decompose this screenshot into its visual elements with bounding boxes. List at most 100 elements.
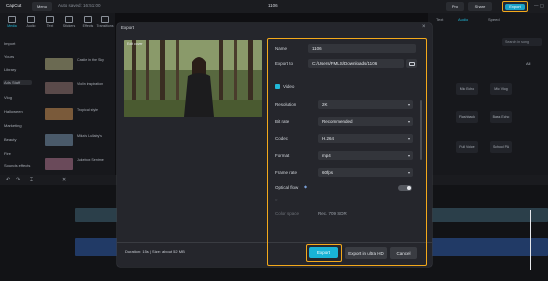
cancel-button[interactable]: Cancel xyxy=(390,247,417,259)
effect-flashback[interactable]: Flashback xyxy=(456,111,478,123)
sidebar-item-library[interactable]: Library xyxy=(4,67,34,72)
playhead[interactable] xyxy=(530,210,531,270)
media-thumbnail xyxy=(45,82,73,94)
effect-mic-echo[interactable]: Mic Echo xyxy=(456,83,478,95)
tab-audio-right[interactable]: Audio xyxy=(458,17,468,22)
sidebar-item-fire[interactable]: Fire xyxy=(4,151,34,156)
video-clip[interactable] xyxy=(75,208,123,222)
video-checkbox[interactable] xyxy=(275,84,280,89)
format-select[interactable]: mp4 ▾ xyxy=(318,151,413,160)
codec-value: H.264 xyxy=(322,136,335,141)
tab-media[interactable]: Media xyxy=(3,15,21,29)
color-space-value: Rec. 709 SDR xyxy=(318,211,347,216)
search-input[interactable]: Search in song xyxy=(502,38,542,46)
top-export-button[interactable]: Export xyxy=(505,3,525,10)
effect-bass-echo[interactable]: Bass Echo xyxy=(490,111,512,123)
duration-size-text: Duration: 15s | Size: about 52 MB xyxy=(125,249,185,254)
folder-icon[interactable] xyxy=(406,59,417,68)
export-path-input[interactable]: C:/Users/FMLS/Downloads/1106 xyxy=(308,59,404,68)
effect-mic-vlog[interactable]: Mic Vlog xyxy=(490,83,512,95)
list-item[interactable]: Mika's Lullaby's xyxy=(45,134,113,146)
media-title: Violin inspiration xyxy=(77,82,104,86)
forest-woman-image xyxy=(124,40,262,117)
share-button[interactable]: Share xyxy=(468,2,492,11)
menu-button[interactable]: Menu xyxy=(32,2,52,11)
app-name: CapCut xyxy=(6,3,22,8)
sidebar-item-import[interactable]: Import xyxy=(4,41,34,46)
list-item[interactable]: Tropical style xyxy=(45,108,113,120)
pro-button[interactable]: Pro xyxy=(446,2,464,11)
stickers-icon xyxy=(65,16,73,23)
bitrate-value: Recommended xyxy=(322,119,353,124)
list-item[interactable]: Jukebox Sentme xyxy=(45,158,113,170)
media-title: Mika's Lullaby's xyxy=(77,134,102,138)
codec-label: Codec xyxy=(275,136,289,141)
sidebar-item-yours[interactable]: Yours xyxy=(4,54,34,59)
chevron-down-icon: ▾ xyxy=(407,102,410,107)
redo-icon[interactable]: ↷ xyxy=(16,177,20,183)
cover-preview[interactable]: Edit cover xyxy=(124,40,262,117)
chevron-down-icon: ▾ xyxy=(407,119,410,124)
tab-stickers[interactable]: Stickers xyxy=(60,15,78,29)
sidebar-item-ads-staff[interactable]: Ads Staff xyxy=(3,80,32,85)
resolution-label: Resolution xyxy=(275,102,297,107)
effect-full-voice[interactable]: Full Voice xyxy=(456,141,478,153)
dialog-title: Export xyxy=(121,25,135,30)
delete-icon[interactable]: ✕ xyxy=(62,177,66,183)
media-title: Jukebox Sentme xyxy=(77,158,104,162)
left-panel: Media Audio Text Stickers Effects Transi… xyxy=(0,13,115,175)
format-label: Format xyxy=(275,153,290,158)
color-space-label: Color space xyxy=(275,211,300,216)
tab-text-right[interactable]: Text xyxy=(436,17,443,22)
sidebar-item-sounds-effects[interactable]: Sounds effects xyxy=(4,163,34,168)
media-thumbnail xyxy=(45,108,73,120)
export-button[interactable]: Export xyxy=(309,247,338,258)
split-icon[interactable]: ⌶ xyxy=(30,177,33,183)
project-title: 1106 xyxy=(268,3,278,8)
sidebar-item-beauty[interactable]: Beauty xyxy=(4,137,34,142)
pro-badge-icon: ◆ xyxy=(304,184,308,189)
media-thumbnail xyxy=(45,58,73,70)
close-icon[interactable]: × xyxy=(422,24,426,30)
window-controls-icon[interactable]: — ▢ xyxy=(534,3,544,9)
sidebar-item-marketing[interactable]: Marketing xyxy=(4,123,34,128)
export-button-highlight: Export xyxy=(306,244,342,262)
tab-audio[interactable]: Audio xyxy=(22,15,40,29)
name-input[interactable]: 1106 xyxy=(308,44,416,53)
chevron-down-icon: ▾ xyxy=(407,153,410,158)
top-export-button-highlight: Export xyxy=(502,1,528,12)
undo-icon[interactable]: ↶ xyxy=(6,177,10,183)
list-item[interactable]: Violin inspiration xyxy=(45,82,113,94)
audio-icon xyxy=(27,16,35,23)
tab-text[interactable]: Text xyxy=(41,15,59,29)
video-section-label[interactable]: Video xyxy=(283,84,294,89)
bitrate-select[interactable]: Recommended ▾ xyxy=(318,117,413,126)
export-ultra-hd-button[interactable]: Export in ultra HD xyxy=(345,247,387,259)
autosave-status: Auto saved: 16:51:00 xyxy=(58,3,101,8)
resolution-select[interactable]: 2K ▾ xyxy=(318,100,413,109)
sidebar-item-vlog[interactable]: Vlog xyxy=(4,95,34,100)
tab-effects[interactable]: Effects xyxy=(79,15,97,29)
sidebar-item-halloween[interactable]: Halloween xyxy=(4,109,34,114)
list-item[interactable]: Castle in the Sky xyxy=(45,58,113,70)
text-icon xyxy=(46,16,54,23)
edit-cover-label[interactable]: Edit cover xyxy=(127,42,143,46)
media-thumbnail xyxy=(45,134,73,146)
tab-speed-right[interactable]: Speed xyxy=(488,17,500,22)
codec-select[interactable]: H.264 ▾ xyxy=(318,134,413,143)
resolution-value: 2K xyxy=(322,102,328,107)
filter-all[interactable]: All xyxy=(526,61,530,66)
optical-flow-label: Optical flow xyxy=(275,185,299,190)
toggle-knob xyxy=(407,186,411,190)
framerate-select[interactable]: 60fps ▾ xyxy=(318,168,413,177)
tab-transitions[interactable]: Transitions xyxy=(96,15,114,29)
effects-icon xyxy=(84,16,92,23)
optical-flow-toggle[interactable] xyxy=(398,185,412,191)
right-panel: Text Audio Speed Search in song All Mic … xyxy=(428,13,548,175)
bitrate-label: Bit rate xyxy=(275,119,290,124)
effect-school-pa[interactable]: School PA xyxy=(490,141,512,153)
export-to-label: Export to xyxy=(275,61,294,66)
media-thumbnail xyxy=(45,158,73,170)
settings-scrollbar[interactable] xyxy=(420,100,422,160)
audio-clip[interactable] xyxy=(75,238,123,256)
